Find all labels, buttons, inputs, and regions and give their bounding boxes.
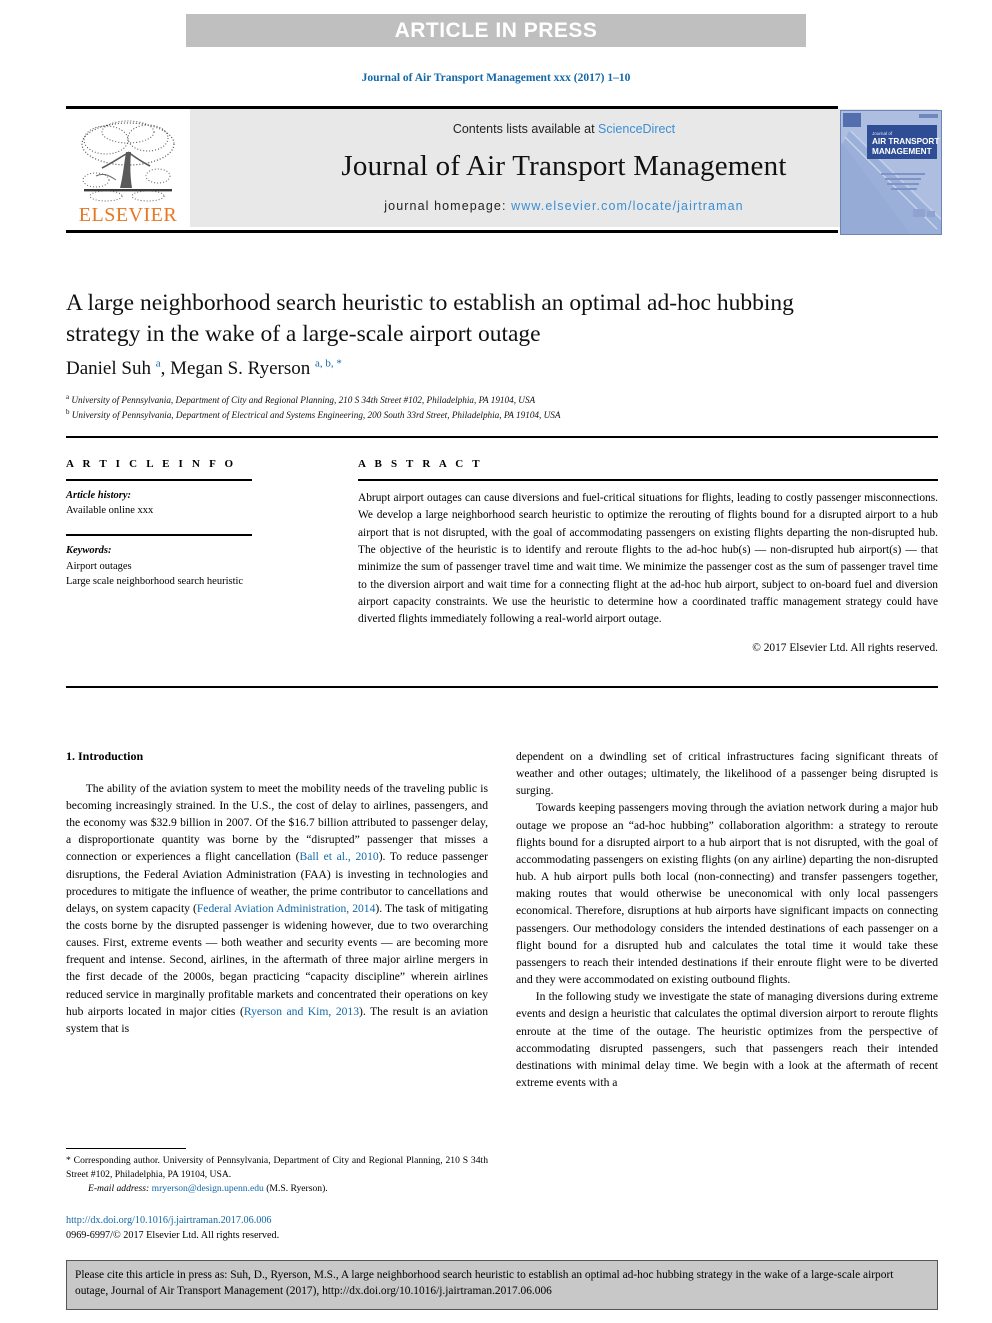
abstract-section-rule xyxy=(66,686,938,688)
please-cite-box: Please cite this article in press as: Su… xyxy=(66,1260,938,1310)
title-section-rule xyxy=(66,436,938,438)
cover-management-label: MANAGEMENT xyxy=(872,147,932,156)
article-history-block: Article history: Available online xxx xyxy=(66,488,316,518)
abstract-column: A B S T R A C T Abrupt airport outages c… xyxy=(358,458,938,654)
article-in-press-label: ARTICLE IN PRESS xyxy=(394,18,598,42)
paper-title: A large neighborhood search heuristic to… xyxy=(66,290,794,348)
right-paragraph-2: Towards keeping passengers moving throug… xyxy=(516,801,938,987)
keyword-item: Large scale neighborhood search heuristi… xyxy=(66,575,244,587)
affiliation-b-text: University of Pennsylvania, Department o… xyxy=(71,410,561,421)
elsevier-wordmark: ELSEVIER xyxy=(78,204,178,226)
citation-ryerson-kim-2013[interactable]: Ryerson and Kim, 2013 xyxy=(244,1005,359,1018)
contents-available-line: Contents lists available at ScienceDirec… xyxy=(453,122,675,136)
journal-cover-art: Journal of AIR TRANSPORT MANAGEMENT xyxy=(841,111,941,234)
abstract-heading: A B S T R A C T xyxy=(358,458,483,470)
corresponding-author-footnote: * Corresponding author. University of Pe… xyxy=(66,1148,488,1196)
cover-journal-of-label: Journal of xyxy=(872,131,893,136)
email-owner: (M.S. Ryerson). xyxy=(266,1183,328,1194)
article-in-press-banner: ARTICLE IN PRESS xyxy=(186,14,806,47)
elsevier-tree-icon xyxy=(81,120,175,202)
keywords-label: Keywords: xyxy=(66,545,112,557)
author-names: Daniel Suh a, Megan S. Ryerson a, b, * xyxy=(66,358,342,380)
email-line: E-mail address: mryerson@design.upenn.ed… xyxy=(88,1182,488,1196)
masthead-bottom-rule xyxy=(66,230,838,233)
doi-link[interactable]: http://dx.doi.org/10.1016/j.jairtraman.2… xyxy=(66,1213,506,1228)
affiliation-a: a University of Pennsylvania, Department… xyxy=(66,393,536,406)
keyword-item: Airport outages xyxy=(66,560,132,572)
article-history-label: Article history: xyxy=(66,490,132,501)
cover-air-transport-label: AIR TRANSPORT xyxy=(872,137,939,146)
journal-homepage-line: journal homepage: www.elsevier.com/locat… xyxy=(384,199,743,213)
issn-copyright-line: 0969-6997/© 2017 Elsevier Ltd. All right… xyxy=(66,1230,280,1242)
abstract-rule xyxy=(358,479,938,481)
abstract-text: Abrupt airport outages can cause diversi… xyxy=(358,492,938,626)
section-heading-introduction: 1. Introduction xyxy=(66,749,144,763)
right-paragraph-3: In the following study we investigate th… xyxy=(516,990,938,1089)
sciencedirect-link[interactable]: ScienceDirect xyxy=(598,122,675,136)
contents-available-prefix: Contents lists available at xyxy=(452,121,599,136)
email-label: E-mail address: xyxy=(88,1183,150,1194)
doi-and-issn-block: http://dx.doi.org/10.1016/j.jairtraman.2… xyxy=(66,1213,506,1244)
article-info-rule-1 xyxy=(66,479,252,481)
intro-paragraph-1: The ability of the aviation system to me… xyxy=(66,780,488,1037)
citation-faa-2014[interactable]: Federal Aviation Administration, 2014 xyxy=(197,902,376,915)
article-info-rule-2 xyxy=(66,534,252,537)
sciencedirect-header-box: Contents lists available at ScienceDirec… xyxy=(190,109,938,227)
body-column-left: 1. Introduction The ability of the aviat… xyxy=(66,748,488,1037)
journal-homepage-link[interactable]: www.elsevier.com/locate/jairtraman xyxy=(511,199,744,213)
journal-homepage-prefix: journal homepage: xyxy=(384,198,512,213)
affiliation-a-text: University of Pennsylvania, Department o… xyxy=(71,395,536,406)
article-info-column: A R T I C L E I N F O Article history: A… xyxy=(66,458,316,589)
body-column-right: dependent on a dwindling set of critical… xyxy=(516,748,938,1091)
journal-cover-thumbnail: Journal of AIR TRANSPORT MANAGEMENT xyxy=(840,110,942,235)
author-list: Daniel Suh a, Megan S. Ryerson a, b, * xyxy=(66,358,866,380)
intro-text-3: ). The task of mitigating the costs born… xyxy=(66,901,489,1018)
footnote-rule xyxy=(66,1148,186,1149)
journal-title: Journal of Air Transport Management xyxy=(341,149,787,182)
article-info-heading: A R T I C L E I N F O xyxy=(66,458,237,470)
abstract-copyright: © 2017 Elsevier Ltd. All rights reserved… xyxy=(752,641,938,654)
email-address-link[interactable]: mryerson@design.upenn.edu xyxy=(152,1183,264,1194)
article-history-value: Available online xxx xyxy=(66,505,154,517)
journal-masthead: ELSEVIER Contents lists available at Sci… xyxy=(66,106,938,227)
keywords-block: Keywords: Airport outages Large scale ne… xyxy=(66,543,316,589)
elsevier-logo: ELSEVIER xyxy=(66,109,190,227)
running-head-citation: Journal of Air Transport Management xxx … xyxy=(361,72,631,84)
citation-ball-2010[interactable]: Ball et al., 2010 xyxy=(300,850,379,863)
affiliation-b: b University of Pennsylvania, Department… xyxy=(66,408,561,421)
affiliations: a University of Pennsylvania, Department… xyxy=(66,392,926,423)
please-cite-text: Please cite this article in press as: Su… xyxy=(75,1269,894,1298)
corresponding-author-text: * Corresponding author. University of Pe… xyxy=(66,1155,488,1180)
right-paragraph-1: dependent on a dwindling set of critical… xyxy=(516,750,938,798)
